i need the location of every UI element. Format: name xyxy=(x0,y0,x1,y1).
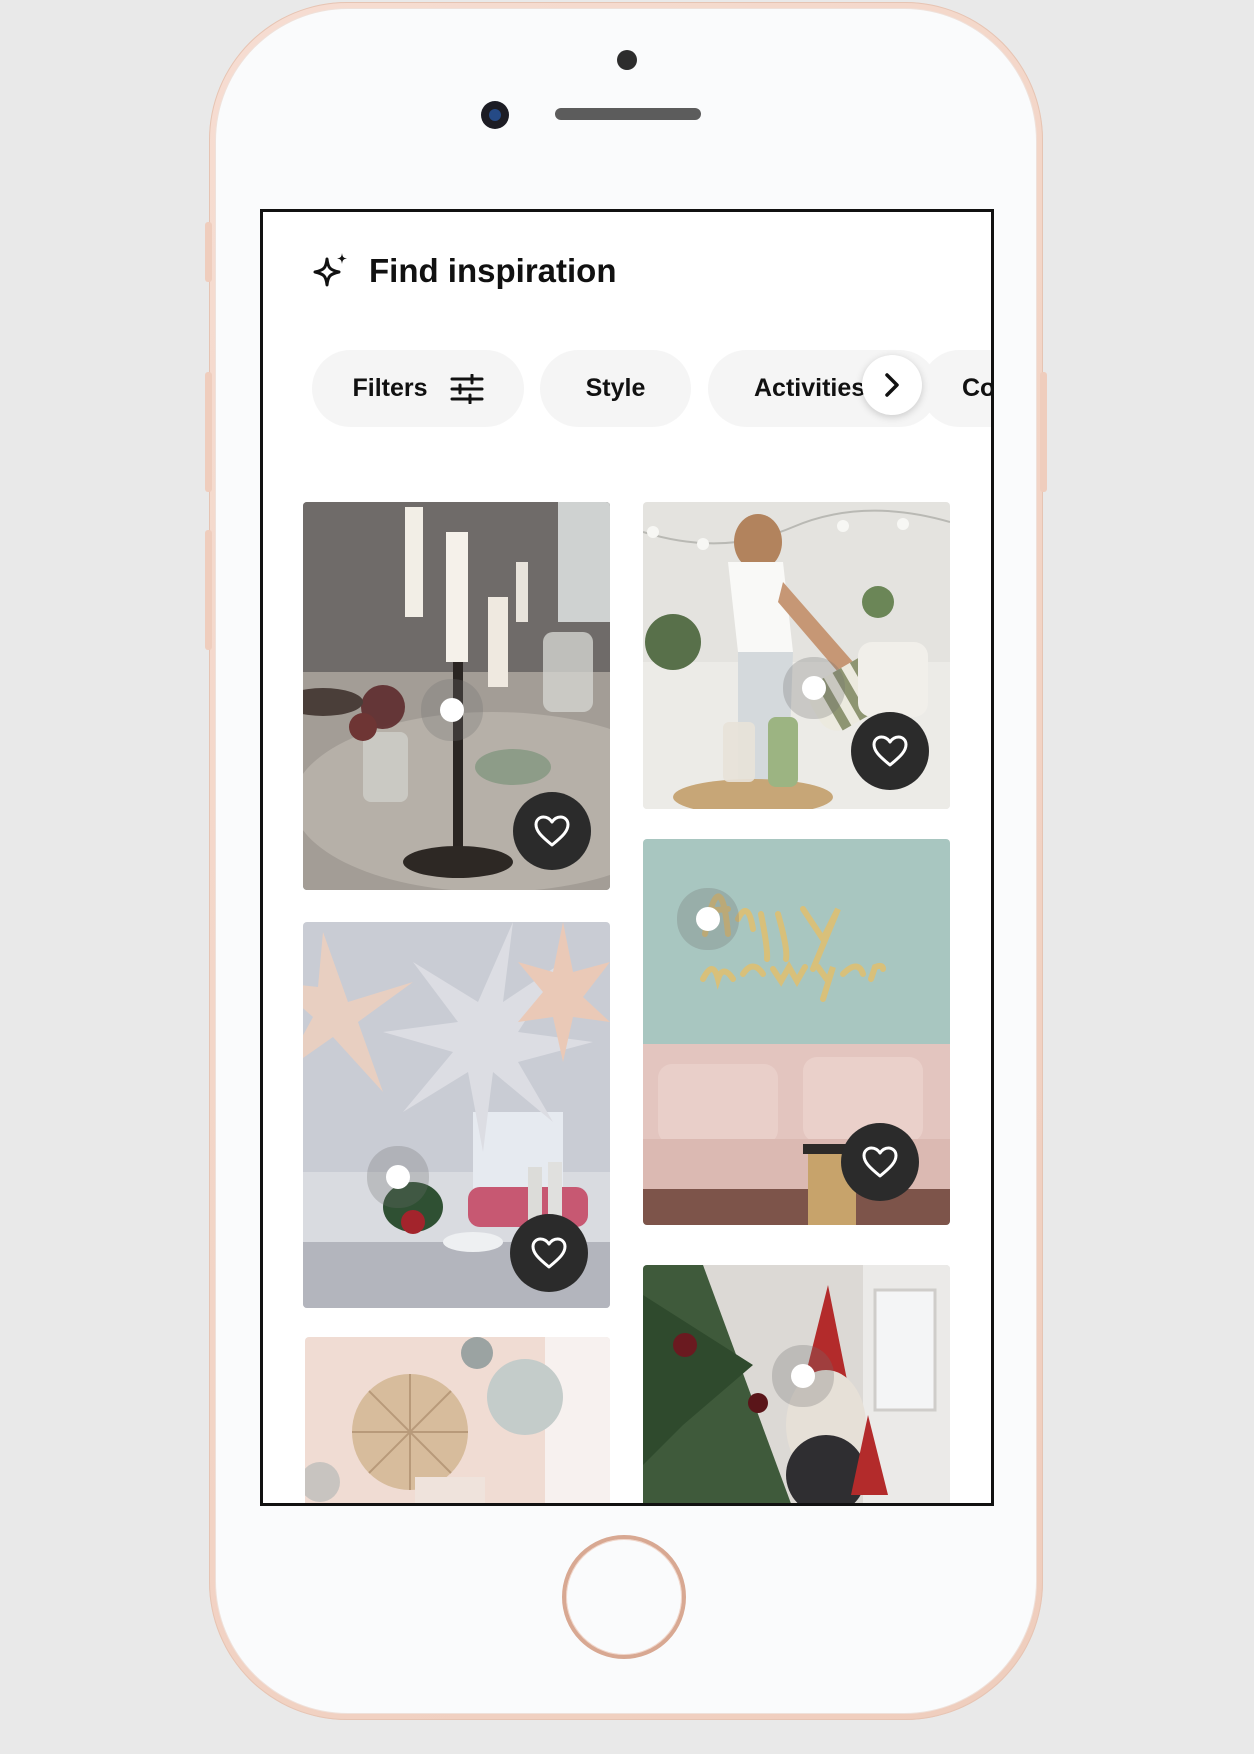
favorite-button[interactable] xyxy=(510,1214,588,1292)
favorite-button[interactable] xyxy=(513,792,591,870)
heart-icon xyxy=(534,815,570,847)
product-hotspot[interactable] xyxy=(696,907,720,931)
favorite-button[interactable] xyxy=(841,1123,919,1201)
product-hotspot[interactable] xyxy=(791,1364,815,1388)
inspiration-card-paper-fans[interactable] xyxy=(305,1337,610,1503)
sparkle-icon xyxy=(313,253,347,287)
page-header: Find inspiration xyxy=(311,245,616,297)
sliders-icon xyxy=(450,373,484,404)
next-category-chip-label: Co xyxy=(962,374,994,402)
inspiration-card-new-year[interactable] xyxy=(643,839,950,1225)
heart-icon xyxy=(862,1146,898,1178)
product-hotspot[interactable] xyxy=(440,698,464,722)
front-camera xyxy=(481,101,509,129)
earpiece-speaker xyxy=(555,108,701,120)
filters-chip-label: Filters xyxy=(352,374,428,402)
card-photo xyxy=(305,1337,610,1503)
product-hotspot[interactable] xyxy=(802,676,826,700)
inspiration-card-gnome[interactable] xyxy=(643,1265,950,1503)
favorite-button[interactable] xyxy=(851,712,929,790)
power-button xyxy=(1040,372,1047,492)
page-title: Find inspiration xyxy=(369,252,617,289)
volume-down-button xyxy=(205,530,212,650)
inspiration-card-cushions[interactable] xyxy=(643,502,950,809)
product-hotspot[interactable] xyxy=(386,1165,410,1189)
inspiration-card-candles[interactable] xyxy=(303,502,610,890)
filters-chip[interactable]: Filters xyxy=(312,350,524,427)
heart-icon xyxy=(531,1237,567,1269)
heart-icon xyxy=(872,735,908,767)
proximity-sensor xyxy=(617,50,637,70)
chevron-right-icon xyxy=(885,373,899,397)
volume-up-button xyxy=(205,372,212,492)
style-chip[interactable]: Style xyxy=(540,350,691,427)
app-screen: Find inspiration Filters Style Co Activi… xyxy=(260,209,994,1506)
home-button[interactable] xyxy=(562,1535,686,1659)
scroll-chips-right-button[interactable] xyxy=(862,355,922,415)
style-chip-label: Style xyxy=(585,374,646,402)
mute-switch xyxy=(205,222,212,282)
activities-chip-label: Activities xyxy=(754,374,866,402)
inspiration-card-paper-stars[interactable] xyxy=(303,922,610,1308)
